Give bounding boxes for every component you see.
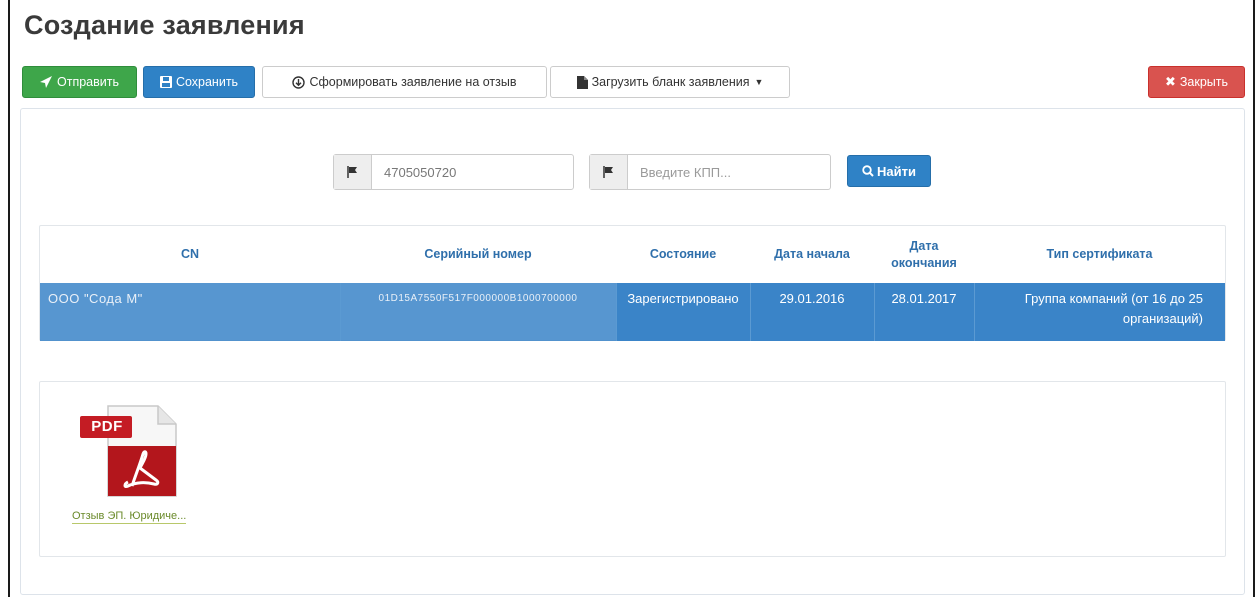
save-label: Сохранить [175,75,239,89]
cell-start-date: 29.01.2016 [750,283,875,341]
close-icon: ✖ [1164,74,1176,89]
column-header-cn[interactable]: CN [40,226,340,283]
close-button[interactable]: ✖ Закрыть [1148,66,1245,98]
send-label: Отправить [57,75,119,89]
pdf-file-tile[interactable]: PDF [70,404,200,509]
find-label: Найти [877,163,916,179]
close-label: Закрыть [1179,75,1229,89]
column-header-serial[interactable]: Серийный номер [340,226,616,283]
toolbar: Отправить Сохранить Сформировать заявлен… [22,66,1245,98]
inn-input-group [333,154,574,190]
caret-down-icon: ▼ [754,77,764,87]
save-icon [159,76,172,88]
flag-icon [590,155,628,189]
file-icon [576,75,588,89]
load-template-dropdown[interactable]: Загрузить бланк заявления ▼ [550,66,790,98]
kpp-input[interactable] [628,155,830,189]
pdf-badge: PDF [91,418,123,435]
page-title: Создание заявления [24,10,305,40]
main-panel: Найти CN Серийный номер Состояние Дата н… [20,108,1245,595]
certificates-table: CN Серийный номер Состояние Дата начала … [39,225,1226,341]
column-header-start-date[interactable]: Дата начала [750,226,874,283]
form-revocation-label: Сформировать заявление на отзыв [309,75,517,89]
kpp-input-group [589,154,831,190]
cell-state: Зарегистрировано [616,283,751,341]
download-circle-icon [292,75,306,89]
form-revocation-button[interactable]: Сформировать заявление на отзыв [262,66,547,98]
table-row[interactable]: ООО "Сода М" 01D15A7550F517F000000B10007… [40,283,1225,341]
app-frame: Создание заявления Отправить Сохранить С… [8,0,1255,597]
column-header-end-date[interactable]: Дата окончания [874,226,974,283]
search-icon [862,165,874,177]
find-button[interactable]: Найти [847,155,931,187]
inn-input[interactable] [372,155,573,189]
cell-cn: ООО "Сода М" [40,283,341,341]
save-button[interactable]: Сохранить [143,66,255,98]
flag-icon [334,155,372,189]
cell-cert-type: Группа компаний (от 16 до 25 организаций… [974,283,1225,341]
column-header-cert-type[interactable]: Тип сертификата [974,226,1225,283]
send-button[interactable]: Отправить [22,66,137,98]
send-icon [40,76,53,88]
load-template-label: Загрузить бланк заявления [591,75,750,89]
search-bar: Найти [21,154,1244,190]
pdf-file-caption[interactable]: Отзыв ЭП. Юридиче... [72,510,187,524]
cell-end-date: 28.01.2017 [874,283,975,341]
table-header: CN Серийный номер Состояние Дата начала … [40,226,1225,283]
column-header-state[interactable]: Состояние [616,226,750,283]
attachments-panel: PDF Отзыв ЭП. Юридиче... [39,381,1226,557]
cell-serial: 01D15A7550F517F000000B1000700000 [340,283,617,341]
